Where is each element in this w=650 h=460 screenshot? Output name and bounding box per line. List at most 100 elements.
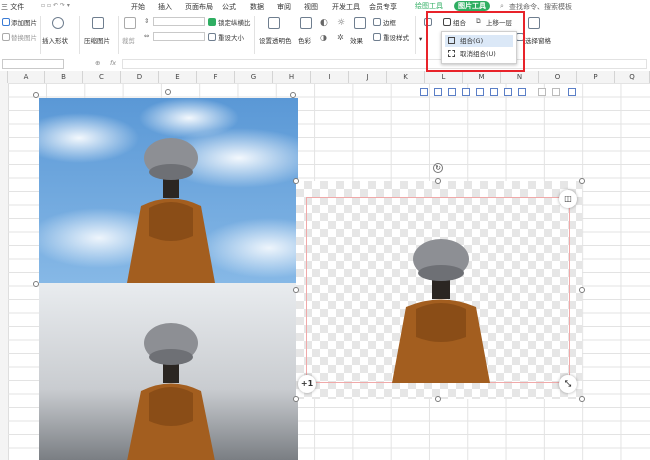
- tab-page-layout[interactable]: 页面布局: [185, 2, 213, 12]
- column-header-cell[interactable]: B: [45, 71, 83, 83]
- column-header-cell[interactable]: C: [83, 71, 121, 83]
- align-more-icon[interactable]: [552, 88, 560, 96]
- reset-size-button[interactable]: 重设大小: [218, 32, 244, 42]
- column-header-cell[interactable]: O: [539, 71, 577, 83]
- rotate-handle-icon[interactable]: ↻: [433, 163, 443, 173]
- column-header-cell[interactable]: D: [121, 71, 159, 83]
- width-input[interactable]: [153, 32, 205, 41]
- selection-pane-icon: [528, 17, 540, 29]
- align-bottom-icon[interactable]: [490, 88, 498, 96]
- reset-size-icon: [208, 33, 216, 41]
- picture-sky-person[interactable]: [39, 98, 298, 283]
- height-input[interactable]: [153, 17, 205, 26]
- column-header-cell[interactable]: P: [577, 71, 615, 83]
- tab-view[interactable]: 视图: [304, 2, 318, 12]
- resize-handle[interactable]: [435, 178, 441, 184]
- align-left-icon[interactable]: [420, 88, 428, 96]
- column-header-cell[interactable]: Q: [615, 71, 650, 83]
- align-middle-icon[interactable]: [476, 88, 484, 96]
- picture-tools-ribbon: 添加图片 替换图片 插入形状 压缩图片 裁剪 ⇕ ⇔ 锁定纵横比 重设大小 设置…: [0, 13, 650, 58]
- zoom-icon[interactable]: ⊕: [95, 59, 100, 67]
- align-button[interactable]: ▾: [419, 35, 422, 43]
- tab-developer[interactable]: 开发工具: [332, 2, 360, 12]
- effects-button[interactable]: 效果: [350, 35, 363, 45]
- align-center-icon[interactable]: [434, 88, 442, 96]
- column-header-cell[interactable]: I: [311, 71, 349, 83]
- distribute-horizontal-icon[interactable]: [504, 88, 512, 96]
- selection-pane-button[interactable]: 选择窗格: [525, 35, 551, 45]
- color-button[interactable]: 色彩: [298, 35, 311, 45]
- resize-handle[interactable]: [579, 396, 585, 402]
- search-icon[interactable]: ⌕: [500, 2, 504, 11]
- divider: [254, 16, 255, 54]
- compress-picture-icon: [92, 17, 104, 29]
- person-figure: [392, 239, 490, 383]
- resize-handle[interactable]: [293, 287, 299, 293]
- picture-count-badge[interactable]: +1: [298, 375, 316, 393]
- distribute-vertical-icon[interactable]: [518, 88, 526, 96]
- column-header-cell[interactable]: J: [349, 71, 387, 83]
- resize-handle[interactable]: [293, 396, 299, 402]
- border-button[interactable]: 边框: [383, 17, 396, 27]
- resize-handle[interactable]: [579, 287, 585, 293]
- column-header-cell[interactable]: M: [463, 71, 501, 83]
- column-header-cell[interactable]: G: [235, 71, 273, 83]
- lock-ratio-label: 锁定纵横比: [218, 19, 251, 27]
- brightness-icon[interactable]: ☼: [337, 18, 345, 28]
- tab-review[interactable]: 审阅: [277, 2, 291, 12]
- picture-transparent-person[interactable]: [296, 181, 582, 399]
- contrast-down-icon[interactable]: ◑: [320, 33, 327, 42]
- column-header-cell[interactable]: H: [273, 71, 311, 83]
- column-header-cell[interactable]: L: [425, 71, 463, 83]
- expand-icon[interactable]: ⤡: [559, 375, 577, 393]
- crop-button[interactable]: 裁剪: [122, 35, 135, 45]
- reset-style-icon: [373, 33, 381, 41]
- tab-member[interactable]: 会员专享: [369, 2, 397, 12]
- height-icon: ⇕: [144, 17, 150, 25]
- align-right-icon[interactable]: [448, 88, 456, 96]
- divider: [415, 16, 416, 54]
- divider: [118, 16, 119, 54]
- file-menu[interactable]: 三 文件: [1, 2, 24, 12]
- quick-access-icons[interactable]: ▫ ▫ ↶ ↷ ▾: [41, 2, 70, 9]
- tab-home[interactable]: 开始: [131, 2, 145, 12]
- compress-picture-button[interactable]: 压缩图片: [84, 35, 110, 45]
- column-header-cell[interactable]: A: [8, 71, 45, 83]
- formula-input[interactable]: [122, 59, 647, 69]
- column-header-cell[interactable]: N: [501, 71, 539, 83]
- picture-fog-person[interactable]: [39, 283, 298, 460]
- align-more-icon[interactable]: [568, 88, 576, 96]
- column-header-cell[interactable]: E: [159, 71, 197, 83]
- color-icon: [300, 17, 312, 29]
- replace-picture-icon: [2, 33, 10, 41]
- resize-handle[interactable]: [579, 178, 585, 184]
- resize-handle[interactable]: [293, 178, 299, 184]
- crop-icon: [124, 17, 136, 29]
- menu-bar: 三 文件 ▫ ▫ ↶ ↷ ▾ 开始 插入 页面布局 公式 数据 审阅 视图 开发…: [0, 0, 650, 14]
- column-header-cell[interactable]: F: [197, 71, 235, 83]
- replace-picture-button[interactable]: 替换图片: [11, 32, 37, 42]
- name-box[interactable]: [2, 59, 64, 69]
- align-more-icon[interactable]: [538, 88, 546, 96]
- fx-icon[interactable]: fx: [110, 59, 116, 67]
- resize-handle[interactable]: [435, 396, 441, 402]
- divider: [40, 16, 41, 54]
- add-picture-button[interactable]: 添加图片: [11, 17, 37, 27]
- column-header-cell[interactable]: K: [387, 71, 425, 83]
- quick-tools-icon[interactable]: ◫: [559, 190, 577, 208]
- insert-shape-button[interactable]: 插入形状: [42, 35, 68, 45]
- brightness-down-icon[interactable]: ✲: [337, 33, 344, 42]
- align-top-icon[interactable]: [462, 88, 470, 96]
- tab-formulas[interactable]: 公式: [222, 2, 236, 12]
- set-transparent-button[interactable]: 设置透明色: [259, 35, 292, 45]
- tab-drawing-tools[interactable]: 绘图工具: [411, 1, 447, 11]
- tab-picture-tools[interactable]: 图片工具: [454, 1, 490, 11]
- select-all-corner[interactable]: [0, 71, 8, 83]
- tab-data[interactable]: 数据: [250, 2, 264, 12]
- contrast-icon[interactable]: ◐: [320, 18, 328, 28]
- highlight-annotation: [426, 11, 525, 72]
- reset-style-button[interactable]: 重设样式: [383, 32, 409, 42]
- tab-insert[interactable]: 插入: [158, 2, 172, 12]
- lock-ratio-checkbox[interactable]: [208, 18, 216, 26]
- resize-handle[interactable]: [165, 89, 171, 95]
